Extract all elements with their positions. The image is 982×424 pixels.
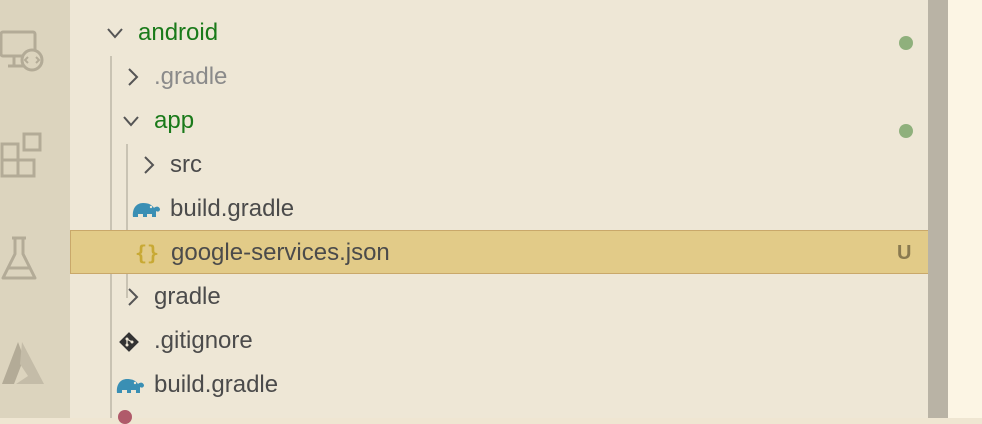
- tree-row-label: google-services.json: [171, 239, 390, 266]
- testing-icon[interactable]: [0, 232, 46, 288]
- azure-icon[interactable]: [0, 336, 46, 392]
- tree-row-android[interactable]: android: [70, 11, 928, 55]
- modified-dot: [899, 124, 913, 138]
- tree-row-app[interactable]: app: [70, 99, 928, 143]
- tree-row-google-services-json[interactable]: {} google-services.json U: [70, 230, 948, 274]
- editor-area: [948, 0, 982, 418]
- tree-row-label: src: [170, 151, 202, 178]
- chevron-down-icon: [107, 28, 123, 39]
- vertical-scrollbar[interactable]: [928, 0, 948, 418]
- json-braces-icon: {}: [135, 241, 160, 265]
- tree-row-label: android: [138, 19, 219, 46]
- chevron-right-icon: [128, 288, 139, 306]
- tree-row-label: build.gradle: [170, 195, 295, 222]
- partial-file-icon: [118, 410, 132, 424]
- modified-dot: [899, 36, 913, 50]
- tree-row-src[interactable]: src: [70, 143, 928, 187]
- chevron-right-icon: [144, 156, 155, 174]
- tree-row-gitignore[interactable]: .gitignore: [70, 319, 928, 363]
- tree-row-label: build.gradle: [154, 371, 279, 398]
- tree-row-dot-gradle[interactable]: .gradle: [70, 55, 928, 99]
- gradle-elephant-icon: [132, 203, 160, 217]
- tree-row-app-build-gradle[interactable]: build.gradle: [70, 187, 928, 231]
- chevron-right-icon: [128, 68, 139, 86]
- file-explorer: android .gradle app src build.gradle {} …: [70, 0, 948, 424]
- tree-row-label: .gitignore: [154, 327, 253, 354]
- tree-row-label: .gradle: [154, 63, 228, 90]
- extensions-icon[interactable]: [0, 128, 46, 184]
- activity-bar: [0, 0, 70, 418]
- tree-row-label: app: [154, 107, 195, 134]
- remote-explorer-icon[interactable]: [0, 26, 46, 82]
- tree-row-gradle[interactable]: gradle: [70, 275, 928, 319]
- chevron-down-icon: [123, 116, 139, 127]
- git-status-badge: U: [897, 242, 912, 264]
- gradle-elephant-icon: [116, 379, 144, 393]
- git-file-icon: [119, 332, 139, 352]
- tree-row-root-build-gradle[interactable]: build.gradle: [70, 363, 928, 407]
- tree-row-label: gradle: [154, 283, 221, 310]
